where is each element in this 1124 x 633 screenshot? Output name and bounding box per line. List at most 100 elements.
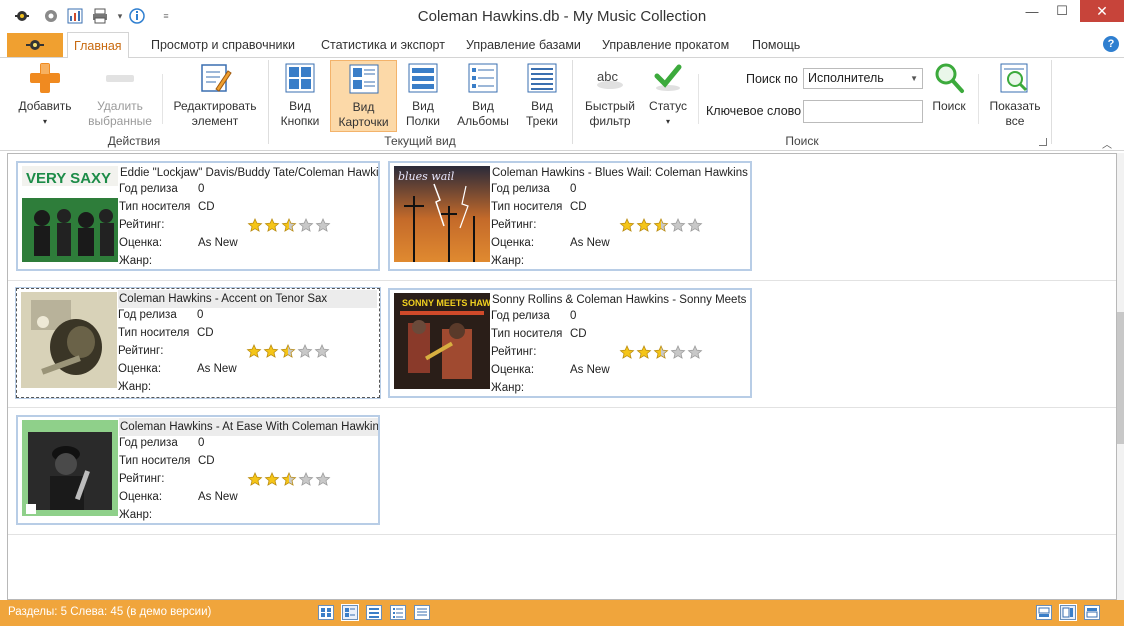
settings-icon[interactable] [43,8,59,24]
view-buttons-button[interactable]: Вид Кнопки [272,60,328,129]
rating-stars[interactable] [247,472,331,486]
star-icon[interactable] [687,345,703,359]
view-shelves-label-1: Вид [412,99,434,113]
view-shelves-label-2: Полки [406,114,440,128]
delete-selected-button[interactable]: Удалить выбранные [86,60,154,129]
star-icon[interactable] [619,218,635,232]
tab-home[interactable]: Главная [67,32,129,59]
star-icon[interactable] [653,218,669,232]
tab-stats-export[interactable]: Статистика и экспорт [315,32,451,58]
window-bottom-edge [0,626,1124,633]
star-icon[interactable] [297,344,313,358]
info-icon[interactable] [129,8,145,24]
year-label: Год релиза [118,309,177,321]
view-cards-button[interactable]: Вид Карточки [330,60,397,132]
layout-top-panel-icon[interactable] [1084,605,1100,620]
star-icon[interactable] [247,218,263,232]
year-label: Год релиза [491,310,550,322]
star-icon[interactable] [636,345,652,359]
view-tracks-button[interactable]: Вид Треки [520,60,564,129]
chevron-down-icon: ▼ [910,74,918,83]
rating-stars[interactable] [619,218,703,232]
rating-stars[interactable] [619,345,703,359]
edit-label-2: элемент [191,114,239,128]
star-icon[interactable] [315,218,331,232]
scrollbar-thumb[interactable] [1117,312,1124,444]
album-card[interactable]: Coleman Hawkins - At Ease With Coleman H… [16,415,380,525]
star-icon[interactable] [281,472,297,486]
star-icon[interactable] [246,344,262,358]
collapse-ribbon-icon[interactable]: ︿ [1102,136,1112,151]
genre-label: Жанр: [491,382,525,394]
media-value: CD [198,455,215,467]
star-icon[interactable] [298,218,314,232]
layout-side-panel-icon[interactable] [1059,604,1077,621]
chevron-down-icon: ▾ [665,117,670,126]
rating-label: Рейтинг: [119,473,165,485]
status-button[interactable]: Статус ▾ [646,60,690,129]
star-icon[interactable] [298,472,314,486]
quick-filter-button[interactable]: abc Быстрый фильтр [580,60,640,129]
minimize-button[interactable]: — [1017,0,1047,22]
star-icon[interactable] [264,472,280,486]
star-icon[interactable] [264,218,280,232]
star-icon[interactable] [619,345,635,359]
album-card[interactable]: VERY SAXY Eddie "Lockjaw" Davis/Buddy Ta… [16,161,380,271]
add-button[interactable]: Добавить ▾ [14,60,76,129]
star-icon[interactable] [263,344,279,358]
close-button[interactable]: ✕ [1080,0,1124,22]
star-icon[interactable] [315,472,331,486]
print-icon[interactable] [92,8,108,24]
star-icon[interactable] [687,218,703,232]
year-label: Год релиза [491,183,550,195]
view-shelves-button[interactable]: Вид Полки [400,60,446,129]
album-card[interactable]: blues wail Coleman Hawkins - Blues Wail:… [388,161,752,271]
rating-stars[interactable] [247,218,331,232]
star-icon[interactable] [314,344,330,358]
album-card[interactable]: SONNY MEETS HAWK! Sonny Rollins & Colema… [388,288,752,398]
tab-db-management[interactable]: Управление базами [460,32,587,58]
rating-label: Рейтинг: [491,346,537,358]
divider [978,74,979,124]
app-icon[interactable] [14,8,30,24]
row-divider [8,280,1116,281]
layout-bottom-panel-icon[interactable] [1036,605,1052,620]
tab-rental[interactable]: Управление прокатом [596,32,735,58]
status-view-albums-icon[interactable] [390,605,406,620]
grade-value: As New [570,237,610,249]
tab-view-reference[interactable]: Просмотр и справочники [145,32,301,58]
grade-value: As New [197,363,237,375]
show-all-button[interactable]: Показать все [986,60,1044,129]
keyword-input[interactable] [803,100,923,123]
customize-icon[interactable]: ≡ [158,8,174,24]
star-icon[interactable] [636,218,652,232]
media-label: Тип носителя [119,455,191,467]
year-value: 0 [570,183,577,195]
chevron-down-icon[interactable]: ▾ [112,8,128,24]
star-icon[interactable] [653,345,669,359]
album-card-selected[interactable]: Coleman Hawkins - Accent on Tenor Sax Го… [15,287,381,399]
maximize-button[interactable]: ☐ [1047,0,1077,22]
album-cover: blues wail [394,166,490,262]
help-icon[interactable]: ? [1103,36,1119,52]
status-view-cards-icon[interactable] [341,604,359,621]
star-icon[interactable] [670,218,686,232]
star-icon[interactable] [247,472,263,486]
app-menu-button[interactable] [7,33,63,57]
search-button[interactable]: Поиск [926,60,972,114]
view-albums-button[interactable]: Вид Альбомы [452,60,514,129]
dialog-launcher-icon[interactable] [1039,138,1047,146]
rating-stars[interactable] [246,344,330,358]
star-icon[interactable] [281,218,297,232]
status-view-shelves-icon[interactable] [366,605,382,620]
tab-help[interactable]: Помощь [746,32,806,58]
chart-icon[interactable] [67,8,83,24]
view-cards-label-1: Вид [352,100,375,114]
status-view-tracks-icon[interactable] [414,605,430,620]
star-icon[interactable] [280,344,296,358]
edit-item-button[interactable]: Редактировать элемент [170,60,260,129]
group-view-label: Текущий вид [384,134,456,148]
search-by-select[interactable]: Исполнитель ▼ [803,68,923,89]
status-view-buttons-icon[interactable] [318,605,334,620]
star-icon[interactable] [670,345,686,359]
